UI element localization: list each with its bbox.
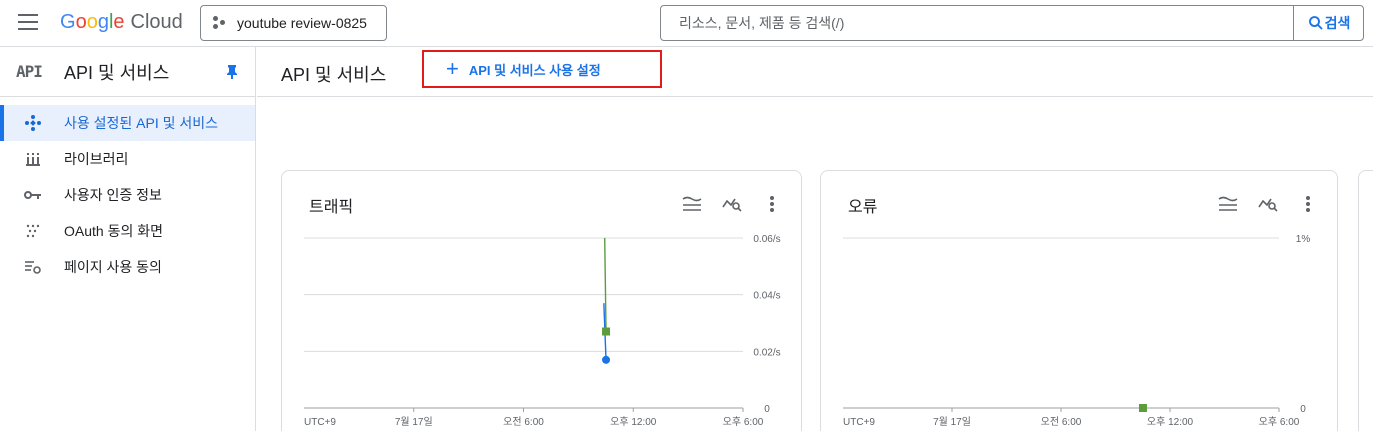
nav-header: API API 및 서비스: [0, 47, 255, 97]
settings-list-icon: [24, 258, 42, 276]
sidebar-item-label: 사용 설정된 API 및 서비스: [64, 115, 219, 131]
third-card-partial: [1358, 170, 1373, 431]
sidebar-item[interactable]: OAuth 동의 화면: [0, 213, 255, 249]
library-icon: [24, 150, 42, 168]
errors-card: 오류 0 1% UTC+9 7월 17일 오전 6:00 오후 12:00 오후 6:00: [820, 170, 1338, 431]
project-selector[interactable]: youtube review-0825: [200, 5, 387, 41]
plus-icon: +: [446, 56, 459, 81]
logo-google-text: Google: [60, 11, 125, 33]
search-icon: [1308, 16, 1323, 30]
sidebar-item-label: 사용자 인증 정보: [64, 187, 162, 203]
x-tick-label: 7월 17일: [395, 416, 433, 428]
nav-list: 사용 설정된 API 및 서비스라이브러리사용자 인증 정보 OAuth 동의 화…: [0, 97, 255, 285]
x-tick-label: UTC+9: [304, 417, 336, 428]
search-input[interactable]: 리소스, 문서, 제품 등 검색(/): [661, 6, 1293, 40]
search-button[interactable]: 검색: [1293, 6, 1363, 40]
data-point: [602, 327, 611, 336]
y-tick-label: 0.02/s: [753, 347, 780, 358]
data-point: [602, 355, 611, 364]
y-tick-label: 0.06/s: [753, 234, 780, 245]
logo-letter: e: [113, 11, 125, 33]
logo-letter: o: [86, 11, 98, 33]
logo-letter: g: [97, 11, 109, 33]
errors-chart: 0 1% UTC+9 7월 17일 오전 6:00 오후 12:00 오후 6:00: [843, 234, 1311, 428]
top-bar: Google Cloud youtube review-0825 리소스, 문서,…: [0, 0, 1373, 47]
sidebar-item-label: 페이지 사용 동의: [64, 259, 162, 275]
data-point: [1138, 404, 1147, 412]
left-nav: API API 및 서비스 사용 설정된 API 및 서비스라이브러리사용자 인…: [0, 47, 256, 431]
google-cloud-logo[interactable]: Google Cloud: [60, 11, 183, 34]
y-tick-label: 0: [1300, 404, 1306, 415]
sidebar-item[interactable]: 라이브러리: [0, 141, 255, 177]
traffic-chart: 0 0.02/s 0.04/s 0.06/s UTC+9 7월 17일 오전 6:00 오후 …: [304, 234, 781, 428]
x-tick-label: 오전 6:00: [1041, 416, 1082, 428]
logo-letter: o: [75, 11, 87, 33]
search-bar[interactable]: 리소스, 문서, 제품 등 검색(/) 검색: [660, 5, 1364, 41]
page-title: API 및 서비스: [281, 65, 387, 85]
key-icon: [24, 186, 42, 204]
enable-apis-button[interactable]: + API 및 서비스 사용 설정: [422, 50, 662, 88]
project-name: youtube review-0825: [237, 15, 367, 31]
sidebar-item-label: OAuth 동의 화면: [64, 223, 163, 239]
pin-icon[interactable]: [225, 64, 239, 85]
api-diamond-icon: [24, 114, 42, 132]
sidebar-item[interactable]: 사용 설정된 API 및 서비스: [0, 105, 255, 141]
sidebar-item-label: 라이브러리: [64, 151, 129, 167]
x-tick-label: 오후 6:00: [1259, 416, 1300, 428]
project-dots-icon: [213, 16, 227, 30]
menu-icon[interactable]: [18, 14, 38, 30]
logo-letter: G: [60, 11, 76, 33]
sidebar-item[interactable]: 사용자 인증 정보: [0, 177, 255, 213]
y-tick-label: 0.04/s: [753, 291, 780, 302]
x-tick-label: 오후 12:00: [610, 416, 657, 428]
api-logo: API: [16, 62, 43, 81]
y-tick-label: 0: [764, 404, 770, 415]
main-header: API 및 서비스 + API 및 서비스 사용 설정: [257, 47, 1373, 97]
search-button-label: 검색: [1324, 15, 1351, 31]
enable-apis-label: API 및 서비스 사용 설정: [468, 62, 601, 78]
logo-cloud-text: Cloud: [130, 11, 183, 33]
nav-title: API 및 서비스: [64, 62, 170, 83]
traffic-card: 트래픽 0 0.02/s 0.04/s 0.06/s UTC+9 7월 17일 오전 6:0…: [281, 170, 802, 431]
y-tick-label: 1%: [1296, 234, 1311, 245]
sidebar-item[interactable]: 페이지 사용 동의: [0, 249, 255, 285]
x-tick-label: 오전 6:00: [503, 416, 544, 428]
x-tick-label: 오후 6:00: [723, 416, 764, 428]
x-tick-label: 7월 17일: [933, 416, 971, 428]
oauth-dots-icon: [24, 222, 42, 240]
x-tick-label: UTC+9: [843, 417, 875, 428]
x-tick-label: 오후 12:00: [1147, 416, 1194, 428]
